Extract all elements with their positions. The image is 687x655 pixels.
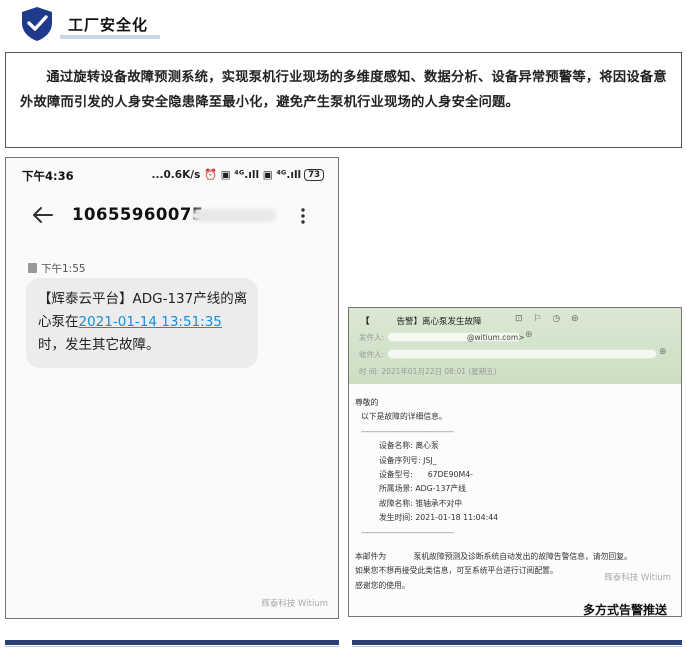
- message-time-text: 下午1:55: [41, 263, 86, 275]
- divider-line-left: [5, 646, 339, 647]
- add-from-icon[interactable]: ⊕: [525, 330, 533, 340]
- section-header: 工厂安全化: [20, 6, 170, 42]
- footer-line-1: 本邮件为 泵机故障预测及诊断系统自动发出的故障告警信息，请勿回复。: [355, 552, 632, 562]
- sender-redacted: [192, 209, 276, 222]
- status-bar: 下午4:36 ...0.6K/s ⏰ ▣ ⁴ᴳ.ıll ▣ ⁴ᴳ.ıll 73: [6, 166, 338, 186]
- date-label: 时 间:: [359, 367, 379, 376]
- email-action-icons[interactable]: ⊡ ⚐ ◷ ⊚: [515, 314, 583, 324]
- divider-line-right: [352, 646, 682, 647]
- subject-bracket: 【: [361, 317, 370, 327]
- watermark: 辉泰科技 Witium: [604, 573, 671, 583]
- status-time: 下午4:36: [22, 169, 74, 183]
- email-subject: 【 告警】离心泵发生故障: [361, 315, 482, 327]
- intro-box: 通过旋转设备故障预测系统，实现泵机行业现场的多维度感知、数据分析、设备异常预警等…: [5, 52, 682, 148]
- back-arrow-icon[interactable]: [32, 206, 54, 224]
- email-intro: 以下是故障的详细信息。: [361, 412, 447, 422]
- field-row: 故障名称: 锥轴承不对中: [379, 498, 463, 508]
- figure-caption: 多方式告警推送: [583, 603, 668, 617]
- field-row: 所属场景: ADG-137产线: [379, 484, 466, 494]
- divider-bar-right: [352, 640, 682, 645]
- field-row: 设备名称: 离心泵: [379, 441, 439, 451]
- date-value: 2021年01月22日 08:01 (星期五): [381, 367, 497, 376]
- watermark: 辉泰科技 Witium: [261, 599, 328, 609]
- email-screenshot: 【 告警】离心泵发生故障 ⊡ ⚐ ◷ ⊚ 发件人: @witium.com> ⊕…: [348, 307, 682, 617]
- from-value: @witium.com>: [467, 333, 525, 342]
- divider-bar-left: [5, 640, 339, 645]
- page-title: 工厂安全化: [68, 16, 149, 34]
- message-bubble: 【辉泰云平台】ADG-137产线的离心泵在2021-01-14 13:51:35…: [26, 278, 258, 368]
- subject-text: 告警】离心泵发生故障: [396, 317, 482, 327]
- battery-icon: 73: [304, 169, 324, 181]
- email-body: 尊敬的 以下是故障的详细信息。 ------------------------…: [355, 396, 677, 593]
- sim-icon: [28, 263, 37, 273]
- sms-screenshot: 下午4:36 ...0.6K/s ⏰ ▣ ⁴ᴳ.ıll ▣ ⁴ᴳ.ıll 73 1…: [5, 157, 339, 619]
- field-row: 设备型号: 67DE90M4-: [379, 470, 473, 480]
- intro-text: 通过旋转设备故障预测系统，实现泵机行业现场的多维度感知、数据分析、设备异常预警等…: [20, 70, 667, 110]
- add-to-icon[interactable]: ⊕: [659, 347, 667, 357]
- from-label: 发件人:: [359, 333, 385, 342]
- separator-bottom: ----------------------------------------: [361, 527, 454, 537]
- message-timestamp: 下午1:55: [28, 261, 86, 276]
- status-indicators: ...0.6K/s ⏰ ▣ ⁴ᴳ.ıll ▣ ⁴ᴳ.ıll 73: [152, 168, 324, 181]
- email-header: 【 告警】离心泵发生故障 ⊡ ⚐ ◷ ⊚ 发件人: @witium.com> ⊕…: [349, 308, 681, 384]
- to-label: 收件人:: [359, 350, 385, 359]
- to-field: [387, 349, 657, 359]
- network-status: ...0.6K/s ⏰ ▣ ⁴ᴳ.ıll ▣ ⁴ᴳ.ıll: [151, 169, 302, 181]
- email-greeting: 尊敬的: [355, 398, 379, 407]
- field-row: 发生时间: 2021-01-18 11:04:44: [379, 513, 499, 523]
- separator-top: ----------------------------------------: [361, 426, 454, 436]
- date-row: 时 间: 2021年01月22日 08:01 (星期五): [359, 366, 497, 377]
- field-row: 设备序列号: JSJ_: [379, 455, 437, 465]
- message-date-link[interactable]: 2021-01-14 13:51:35: [79, 314, 222, 330]
- sender-number: 10655960075: [72, 205, 204, 224]
- header-underline: [60, 35, 160, 39]
- more-options-icon[interactable]: [300, 207, 306, 225]
- shield-check-icon: [22, 7, 52, 41]
- message-text-2: 时，发生其它故障。: [38, 337, 160, 353]
